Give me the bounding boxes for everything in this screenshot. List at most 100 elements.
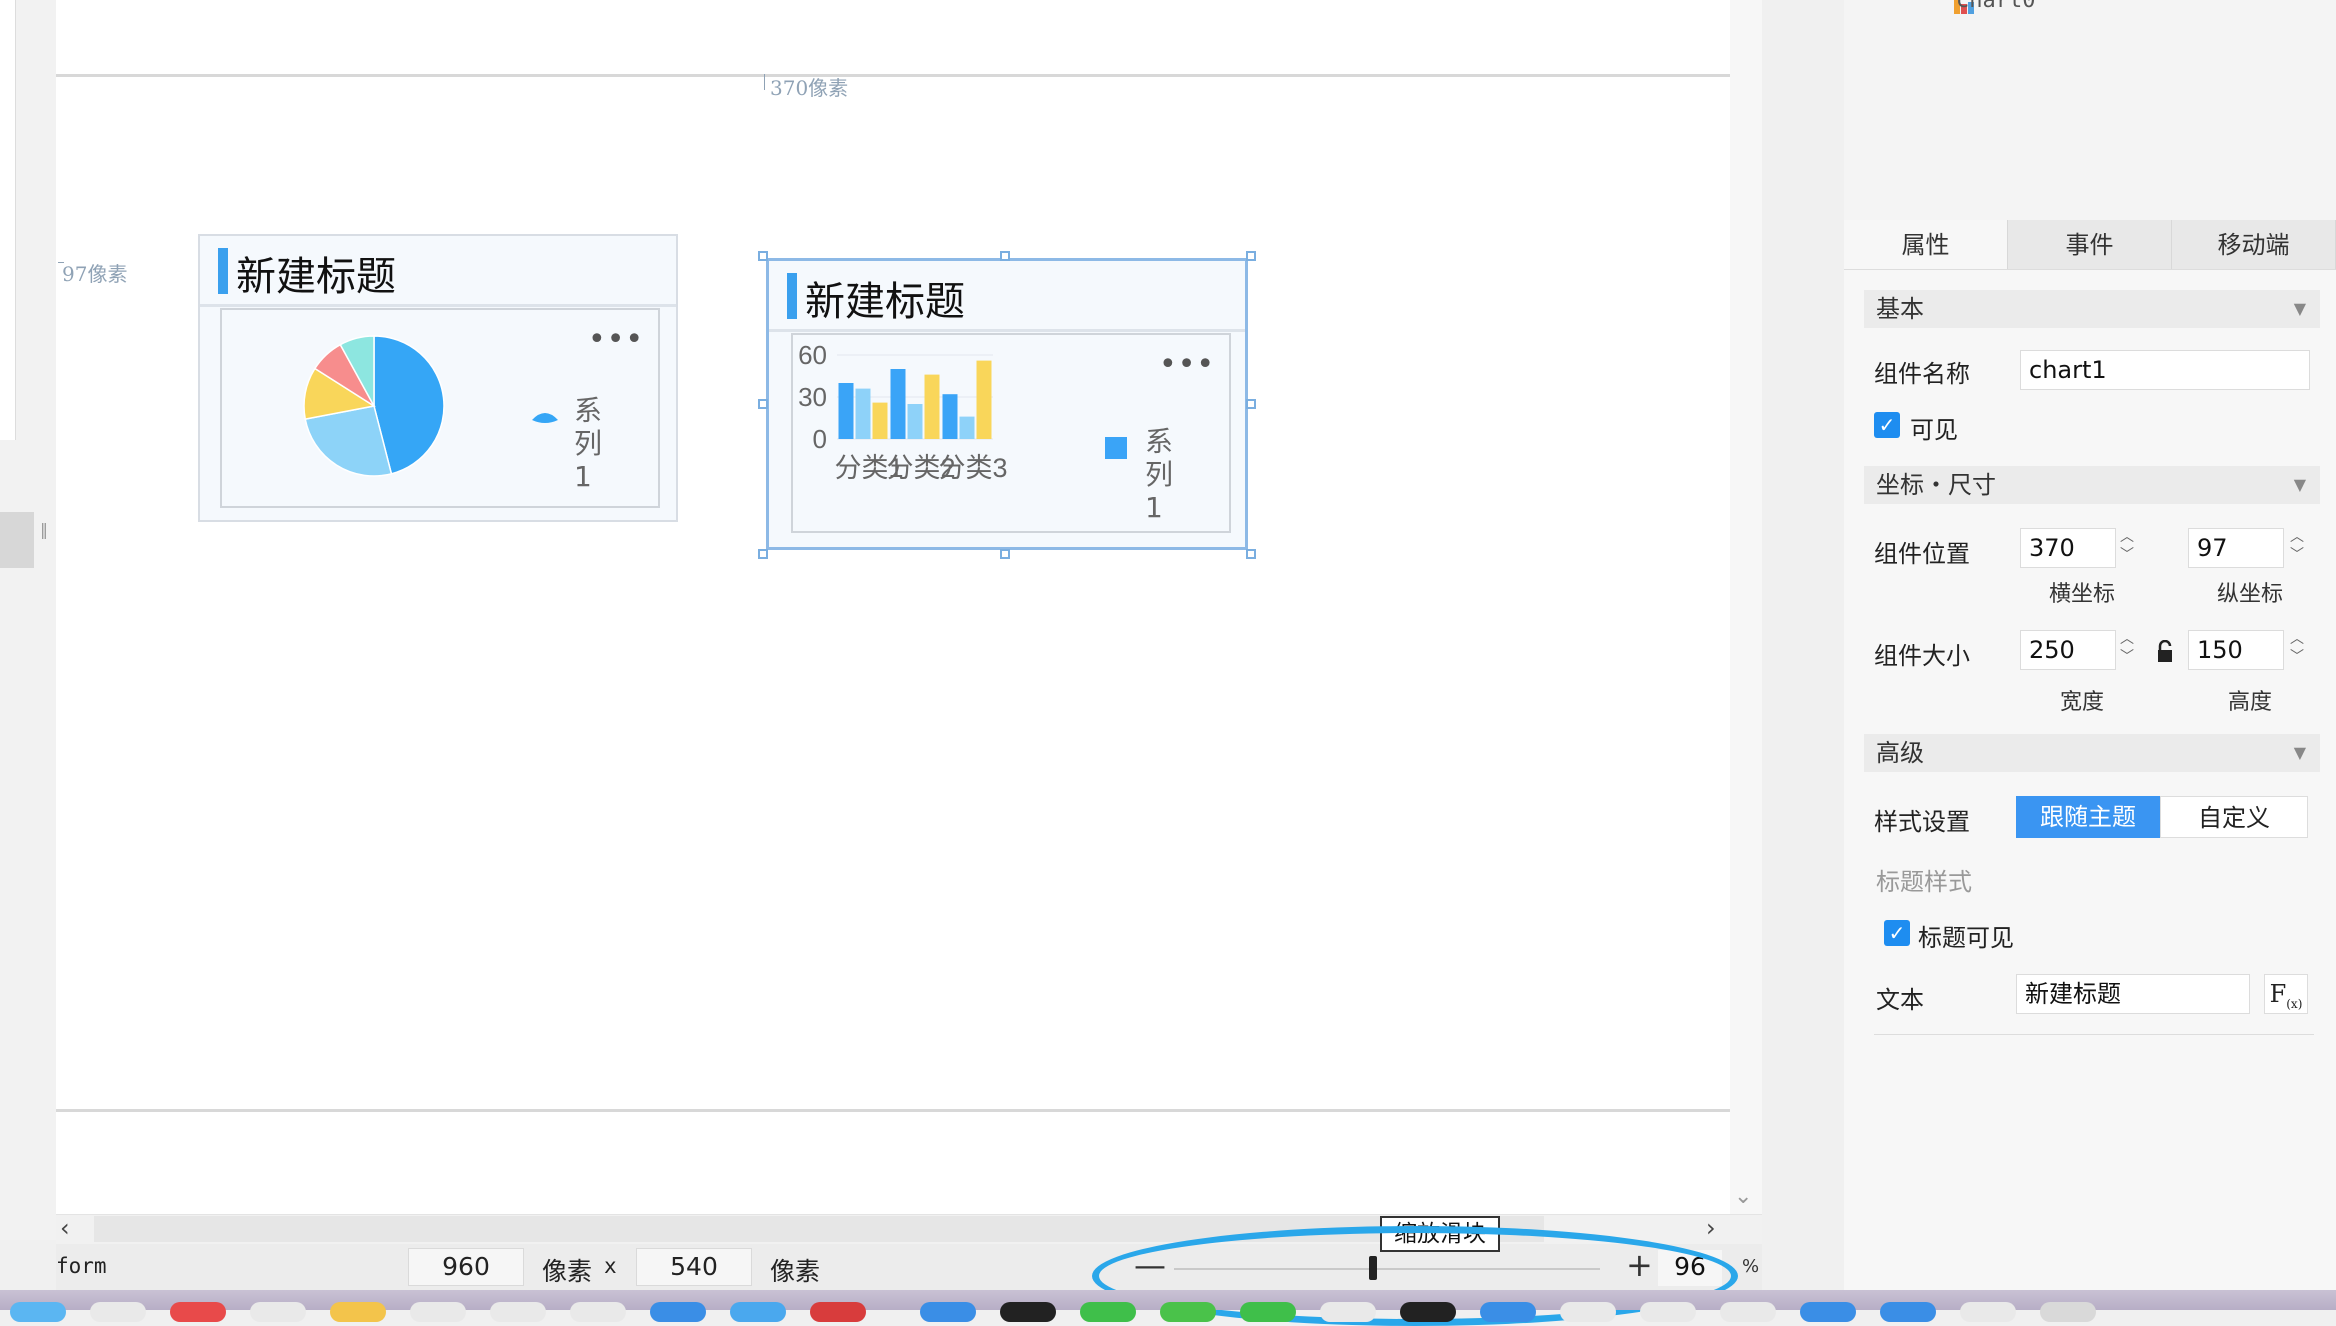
resize-handle-w[interactable]	[758, 399, 768, 409]
chart-plot-area: ••• 系列1	[220, 308, 660, 508]
resize-handle-se[interactable]	[1246, 549, 1256, 559]
dock-app-icon[interactable]	[730, 1302, 786, 1322]
formula-button[interactable]: F(x)	[2264, 974, 2308, 1014]
scroll-left-icon[interactable]: ‹	[60, 1214, 70, 1242]
bar-分类3-1	[942, 394, 958, 439]
width-stepper[interactable]: ︿ ﹀	[2116, 630, 2138, 670]
resize-handle-n[interactable]	[1000, 251, 1010, 261]
ruler-y-label: 97像素	[62, 262, 128, 286]
left-panel-toggle[interactable]	[0, 512, 34, 568]
dock-app-icon[interactable]	[10, 1302, 66, 1322]
dock-app-icon[interactable]	[810, 1302, 866, 1322]
style-setting-label: 样式设置	[1874, 808, 1970, 836]
bar-分类1-2	[855, 388, 871, 439]
visible-checkbox[interactable]: ✓	[1874, 412, 1900, 438]
width-unit-label: 像素	[542, 1257, 593, 1286]
dock-app-icon[interactable]	[170, 1302, 226, 1322]
ruler-x-label: 370像素	[770, 76, 849, 100]
section-coords-size[interactable]: 坐标・尺寸 ▼	[1864, 466, 2320, 504]
dock-app-icon[interactable]	[410, 1302, 466, 1322]
dock-app-icon[interactable]	[1960, 1302, 2016, 1322]
dock-app-icon[interactable]	[1640, 1302, 1696, 1322]
dock-app-icon[interactable]	[1000, 1302, 1056, 1322]
width-input[interactable]: 250	[2020, 630, 2116, 670]
resize-handle-nw[interactable]	[758, 251, 768, 261]
section-basic-label: 基本	[1876, 295, 1924, 323]
dock-app-icon[interactable]	[570, 1302, 626, 1322]
title-text-input[interactable]: 新建标题	[2016, 974, 2250, 1014]
resize-handle-e[interactable]	[1246, 399, 1256, 409]
section-advanced-label: 高级	[1876, 739, 1924, 767]
component-name-input[interactable]: chart1	[2020, 350, 2310, 390]
height-input[interactable]: 150	[2188, 630, 2284, 670]
y-position-stepper[interactable]: ︿ ﹀	[2286, 528, 2308, 568]
property-tabs: 属性 事件 移动端	[1844, 220, 2336, 270]
design-canvas[interactable]	[56, 74, 1730, 1112]
dock-app-icon[interactable]	[1240, 1302, 1296, 1322]
section-advanced[interactable]: 高级 ▼	[1864, 734, 2320, 772]
formula-button-sub: (x)	[2286, 996, 2303, 1011]
dock-app-icon[interactable]	[1080, 1302, 1136, 1322]
bar-分类3-3	[976, 360, 992, 439]
dock-app-icon[interactable]	[1560, 1302, 1616, 1322]
dock-app-icon[interactable]	[1160, 1302, 1216, 1322]
size-label: 组件大小	[1874, 642, 1970, 670]
resize-handle-s[interactable]	[1000, 549, 1010, 559]
chart-title-bar: 新建标题	[200, 236, 676, 307]
dimension-separator: x	[604, 1254, 617, 1278]
dock-app-icon[interactable]	[1320, 1302, 1376, 1322]
scroll-down-icon[interactable]: ⌄	[1734, 1184, 1752, 1209]
y-tick-label: 60	[798, 340, 827, 370]
height-caption: 高度	[2227, 690, 2272, 715]
dock-app-icon[interactable]	[250, 1302, 306, 1322]
section-basic[interactable]: 基本 ▼	[1864, 290, 2320, 328]
dock-app-icon[interactable]	[1880, 1302, 1936, 1322]
canvas-height-input[interactable]: 540	[636, 1248, 752, 1286]
y-tick-label: 0	[813, 424, 827, 454]
chevron-down-icon: ▼	[2293, 475, 2306, 494]
y-caption: 纵坐标	[2216, 582, 2283, 607]
style-custom-button[interactable]: 自定义	[2160, 796, 2308, 838]
scroll-right-icon[interactable]: ›	[1706, 1214, 1716, 1242]
more-options-icon[interactable]: •••	[588, 325, 644, 355]
tab-properties[interactable]: 属性	[1844, 220, 2008, 269]
y-tick-label: 30	[798, 382, 827, 412]
chart-title: 新建标题	[805, 279, 965, 325]
legend-pie-icon	[532, 413, 558, 423]
x-position-input[interactable]: 370	[2020, 528, 2116, 568]
dock-app-icon[interactable]	[330, 1302, 386, 1322]
dock-app-icon[interactable]	[90, 1302, 146, 1322]
bar-分类1-1	[838, 383, 854, 439]
tab-events[interactable]: 事件	[2008, 220, 2172, 269]
canvas-width-input[interactable]: 960	[408, 1248, 524, 1286]
title-visible-checkbox[interactable]: ✓	[1884, 920, 1910, 946]
x-position-stepper[interactable]: ︿ ﹀	[2116, 528, 2138, 568]
dock-app-icon[interactable]	[1720, 1302, 1776, 1322]
dock-app-icon[interactable]	[650, 1302, 706, 1322]
bar-分类3-2	[959, 416, 975, 439]
resize-handle-sw[interactable]	[758, 549, 768, 559]
y-position-input[interactable]: 97	[2188, 528, 2284, 568]
chevron-down-icon: ▼	[2293, 299, 2306, 318]
height-stepper[interactable]: ︿ ﹀	[2286, 630, 2308, 670]
lock-icon[interactable]	[2156, 640, 2174, 664]
bar-分类2-2	[907, 404, 923, 439]
dock-app-icon[interactable]	[1800, 1302, 1856, 1322]
dock-app-icon[interactable]	[2040, 1302, 2096, 1322]
chart-widget-bar-selected[interactable]: 新建标题 60 30 0 分类1 分类2 分类3 ••• 系列1	[766, 258, 1248, 550]
more-options-icon[interactable]: •••	[1159, 350, 1215, 380]
dock-app-icon[interactable]	[1400, 1302, 1456, 1322]
dock-app-icon[interactable]	[490, 1302, 546, 1322]
chart-widget-pie[interactable]: 新建标题 ••• 系列1	[198, 234, 678, 522]
dock-app-icon[interactable]	[1480, 1302, 1536, 1322]
tab-mobile[interactable]: 移动端	[2172, 220, 2336, 269]
tree-item-chart0[interactable]: chart0	[1956, 0, 2035, 13]
splitter-grip-icon[interactable]: ‖	[40, 520, 48, 539]
dock-app-icon[interactable]	[920, 1302, 976, 1322]
resize-handle-ne[interactable]	[1246, 251, 1256, 261]
legend-label: 系列1	[1145, 425, 1174, 524]
vertical-scrollbar[interactable]	[1730, 0, 1762, 1214]
style-follow-theme-button[interactable]: 跟随主题	[2016, 796, 2160, 838]
form-label: form	[56, 1254, 107, 1278]
chevron-down-icon: ▼	[2293, 743, 2306, 762]
